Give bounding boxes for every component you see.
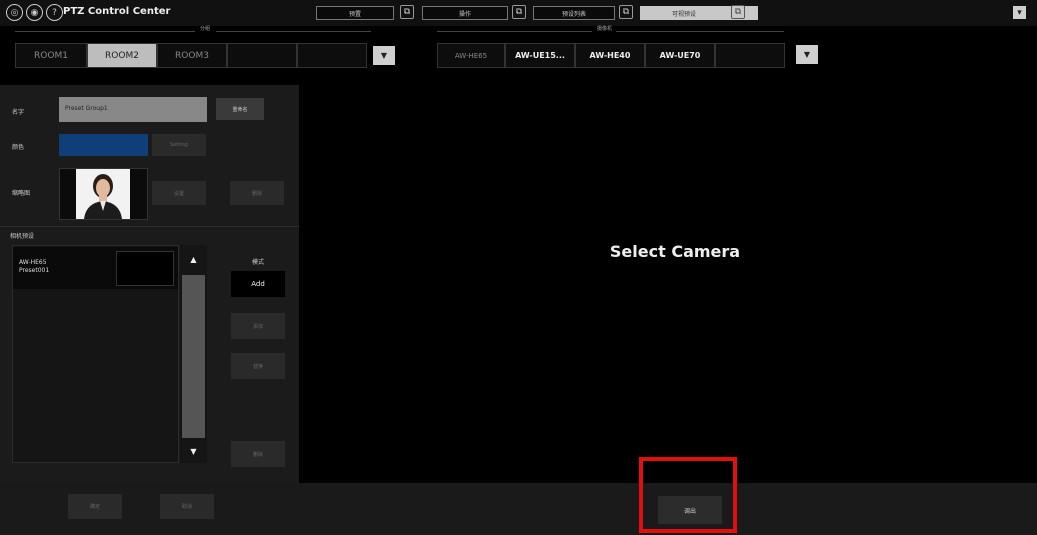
setting-button[interactable]: Setting (152, 134, 206, 156)
tab-room-empty[interactable] (227, 43, 297, 68)
thumbnail-label: 缩略图 (12, 190, 31, 197)
delete-button[interactable]: 删除 (231, 441, 285, 467)
tab-room2[interactable]: ROOM2 (87, 43, 157, 68)
camera-icon[interactable]: ◉ (26, 4, 43, 21)
divider (437, 31, 592, 32)
room-section-label: 分组 (200, 26, 211, 32)
app-title: PTZ Control Center (63, 6, 171, 17)
tab-room3[interactable]: ROOM3 (157, 43, 227, 68)
popout-icon[interactable]: ⧉ (512, 5, 526, 19)
tab-operation[interactable]: 操作 (422, 6, 508, 20)
divider (616, 31, 784, 32)
list-item-preset: Preset001 (19, 267, 50, 274)
room-dropdown-icon[interactable]: ▼ (373, 46, 395, 65)
list-item-camera: AW-HE65 (19, 259, 47, 266)
home-icon[interactable]: ◎ (6, 4, 23, 21)
divider (216, 31, 371, 32)
tab-preset[interactable]: 预置 (316, 6, 394, 20)
rename-button[interactable]: 重命名 (216, 98, 264, 120)
name-label: 名字 (12, 109, 25, 116)
divider (15, 31, 195, 32)
replace-button[interactable]: 替换 (231, 353, 285, 379)
menu-icon[interactable]: ▾ (1013, 6, 1026, 19)
tab-camera-he40[interactable]: AW-HE40 (575, 43, 645, 68)
cancel-button[interactable]: 取消 (160, 494, 214, 519)
thumbnail-set-button[interactable]: 设置 (152, 181, 206, 205)
camera-dropdown-icon[interactable]: ▼ (796, 45, 818, 64)
thumbnail-image (76, 169, 130, 219)
popout-icon[interactable]: ⧉ (731, 5, 745, 19)
divider (0, 226, 299, 227)
add-preset-button[interactable]: 添加 (231, 313, 285, 339)
tab-camera-ue70[interactable]: AW-UE70 (645, 43, 715, 68)
mode-label: 模式 (252, 259, 265, 266)
tab-room1[interactable]: ROOM1 (15, 43, 87, 68)
group-name-field[interactable]: Preset Group1 (59, 97, 207, 122)
help-icon[interactable]: ? (46, 4, 63, 21)
tab-visual-preset-label: 可视预设 (671, 10, 696, 18)
popout-icon[interactable]: ⧉ (400, 5, 414, 19)
popout-icon[interactable]: ⧉ (619, 5, 633, 19)
color-swatch[interactable] (59, 134, 148, 156)
bottom-bar (0, 483, 1037, 535)
scroll-down-icon[interactable]: ▼ (182, 440, 205, 462)
scrollbar-thumb[interactable] (182, 275, 205, 438)
tab-room-empty[interactable] (297, 43, 367, 68)
thumbnail-delete-button[interactable]: 删除 (230, 181, 284, 205)
add-button[interactable]: Add (231, 271, 285, 297)
tab-preset-list[interactable]: 预设列表 (533, 6, 615, 20)
color-label: 颜色 (12, 144, 25, 151)
list-item-thumbnail (116, 251, 174, 286)
tab-camera-empty[interactable] (715, 43, 785, 68)
camera-section-label: 摄像机 (597, 26, 613, 32)
scroll-up-icon[interactable]: ▲ (182, 247, 205, 271)
apply-button[interactable]: 确定 (68, 494, 122, 519)
tab-camera-ue15[interactable]: AW-UE15... (505, 43, 575, 68)
select-camera-message: Select Camera (609, 242, 741, 261)
camera-preset-label: 相机预设 (10, 233, 35, 240)
highlight-box (639, 457, 737, 533)
tab-camera-he65[interactable]: AW-HE65 (437, 43, 505, 68)
